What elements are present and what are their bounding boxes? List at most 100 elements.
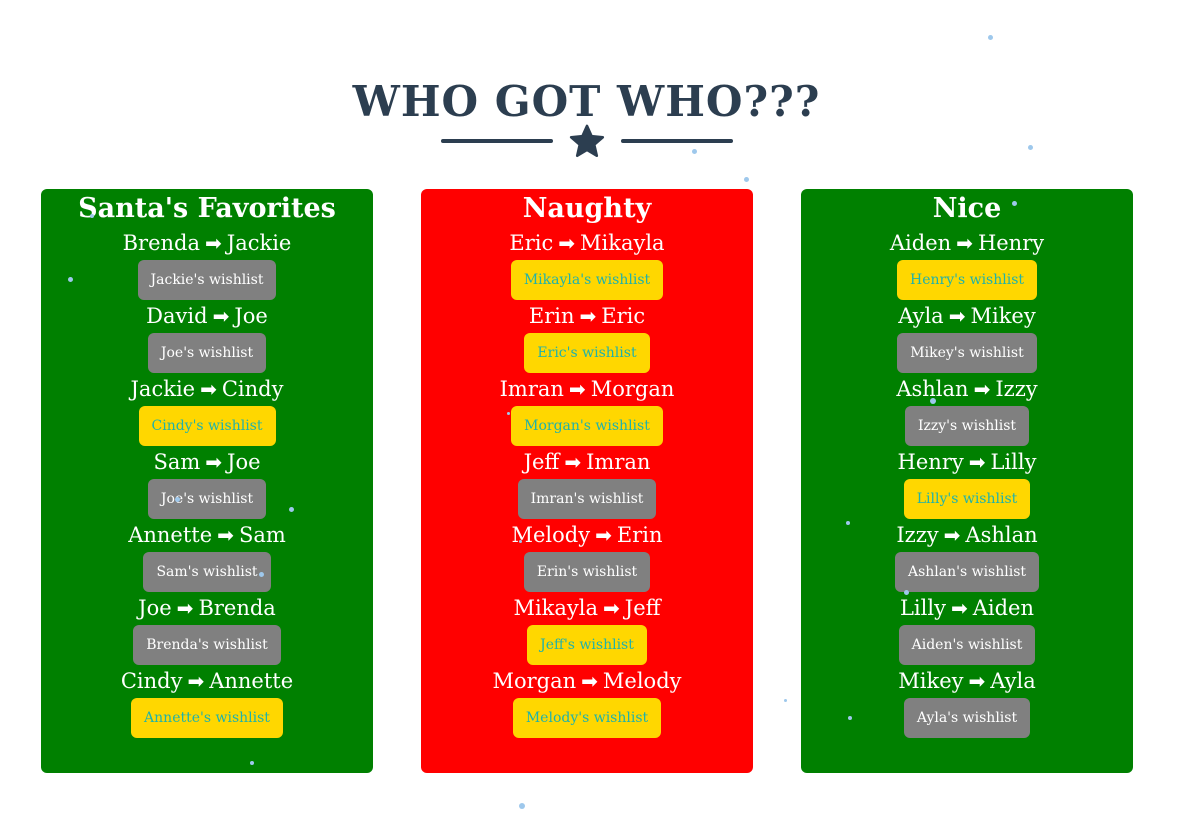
wishlist-button[interactable]: Henry's wishlist	[896, 260, 1038, 300]
wishlist-button[interactable]: Mikey's wishlist	[897, 333, 1037, 373]
arrow-right-icon: ➡	[579, 304, 597, 328]
wishlist-button[interactable]: Joe's wishlist	[147, 479, 267, 519]
wishlist-button[interactable]: Aiden's wishlist	[898, 625, 1036, 665]
snowflake-dot	[1012, 201, 1017, 206]
receiver-name: Jackie	[226, 231, 292, 255]
wishlist-button[interactable]: Jackie's wishlist	[137, 260, 277, 300]
arrow-right-icon: ➡	[212, 304, 230, 328]
assignment: Annette ➡ Sam	[41, 519, 373, 549]
receiver-name: Brenda	[198, 596, 276, 620]
panel-nice: Nice Aiden ➡ Henry Henry's wishlist Ayla ➡ Mik…	[801, 189, 1133, 773]
receiver-name: Sam	[238, 523, 286, 547]
pair-item: Jackie ➡ Cindy Cindy's wishlist	[41, 373, 373, 446]
page-title: WHO GOT WHO???	[352, 77, 821, 127]
arrow-right-icon: ➡	[205, 231, 222, 255]
assignment: Izzy ➡ Ashlan	[801, 519, 1133, 549]
arrow-right-icon: ➡	[217, 523, 234, 547]
snowflake-dot	[90, 214, 94, 218]
snowflake-dot	[519, 540, 522, 543]
panel-title: Santa's Favorites	[78, 193, 336, 224]
assignment: Melody ➡ Erin	[421, 519, 753, 549]
wishlist-button[interactable]: Melody's wishlist	[512, 698, 662, 738]
assignment: Cindy ➡ Annette	[41, 665, 373, 695]
assignment: Aiden ➡ Henry	[801, 227, 1133, 257]
giver-name: Imran	[499, 377, 564, 401]
receiver-name: Melody	[602, 669, 682, 693]
pair-item: Lilly ➡ Aiden Aiden's wishlist	[801, 592, 1133, 665]
wishlist-button[interactable]: Mikayla's wishlist	[510, 260, 664, 300]
pair-item: Izzy ➡ Ashlan Ashlan's wishlist	[801, 519, 1133, 592]
pair-item: Jeff ➡ Imran Imran's wishlist	[421, 446, 753, 519]
snowflake-dot	[507, 412, 510, 415]
giver-name: Lilly	[899, 596, 946, 620]
snowflake-dot	[784, 699, 787, 702]
receiver-name: Erin	[616, 523, 663, 547]
wishlist-button[interactable]: Ayla's wishlist	[903, 698, 1031, 738]
pair-item: Erin ➡ Eric Eric's wishlist	[421, 300, 753, 373]
receiver-name: Lilly	[990, 450, 1037, 474]
giver-name: Aiden	[889, 231, 952, 255]
arrow-right-icon: ➡	[568, 377, 586, 401]
wishlist-button[interactable]: Sam's wishlist	[143, 552, 271, 592]
page: WHO GOT WHO??? Santa's Favorites Brenda ➡…	[0, 0, 1183, 813]
wishlist-button[interactable]: Lilly's wishlist	[903, 479, 1031, 519]
wishlist-button[interactable]: Izzy's wishlist	[904, 406, 1030, 446]
arrow-right-icon: ➡	[956, 231, 973, 255]
pair-item: Eric ➡ Mikayla Mikayla's wishlist	[421, 227, 753, 300]
pair-item: Mikayla ➡ Jeff Jeff's wishlist	[421, 592, 753, 665]
wishlist-button[interactable]: Morgan's wishlist	[511, 406, 663, 446]
pair-item: Morgan ➡ Melody Melody's wishlist	[421, 665, 753, 738]
giver-name: Ayla	[898, 304, 944, 328]
panel-title: Naughty	[522, 193, 652, 224]
giver-name: Annette	[128, 523, 213, 547]
pair-item: Imran ➡ Morgan Morgan's wishlist	[421, 373, 753, 446]
wishlist-button[interactable]: Erin's wishlist	[523, 552, 651, 592]
snowflake-dot	[904, 590, 909, 595]
pair-list: Aiden ➡ Henry Henry's wishlist Ayla ➡ Mikey Mik…	[801, 227, 1133, 738]
pair-item: Cindy ➡ Annette Annette's wishlist	[41, 665, 373, 738]
receiver-name: Annette	[209, 669, 294, 693]
wishlist-button[interactable]: Imran's wishlist	[517, 479, 657, 519]
giver-name: Joe	[138, 596, 172, 620]
pair-list: Brenda ➡ Jackie Jackie's wishlist David ➡ Joe J…	[41, 227, 373, 738]
pair-item: Ashlan ➡ Izzy Izzy's wishlist	[801, 373, 1133, 446]
pair-item: Henry ➡ Lilly Lilly's wishlist	[801, 446, 1133, 519]
wishlist-button[interactable]: Jeff's wishlist	[527, 625, 647, 665]
assignment: Brenda ➡ Jackie	[41, 227, 373, 257]
assignment: Eric ➡ Mikayla	[421, 227, 753, 257]
wishlist-button[interactable]: Brenda's wishlist	[133, 625, 281, 665]
wishlist-button[interactable]: Annette's wishlist	[131, 698, 283, 738]
receiver-name: Mikayla	[580, 231, 665, 255]
giver-name: Mikey	[898, 669, 964, 693]
snowflake-dot	[250, 761, 254, 765]
assignment: Ayla ➡ Mikey	[801, 300, 1133, 330]
arrow-right-icon: ➡	[564, 450, 582, 474]
assignment: David ➡ Joe	[41, 300, 373, 330]
title-divider	[441, 122, 733, 162]
receiver-name: Jeff	[624, 596, 661, 620]
arrow-right-icon: ➡	[595, 523, 612, 547]
giver-name: Izzy	[896, 523, 939, 547]
assignment: Mikey ➡ Ayla	[801, 665, 1133, 695]
panel-santas-favorites: Santa's Favorites Brenda ➡ Jackie Jackie's …	[41, 189, 373, 773]
wishlist-button[interactable]: Cindy's wishlist	[138, 406, 276, 446]
giver-name: Melody	[511, 523, 591, 547]
wishlist-button[interactable]: Eric's wishlist	[524, 333, 650, 373]
assignment: Mikayla ➡ Jeff	[421, 592, 753, 622]
wishlist-button[interactable]: Ashlan's wishlist	[894, 552, 1040, 592]
pair-item: Joe ➡ Brenda Brenda's wishlist	[41, 592, 373, 665]
receiver-name: Joe	[234, 304, 268, 328]
assignment: Jackie ➡ Cindy	[41, 373, 373, 403]
wishlist-button[interactable]: Joe's wishlist	[147, 333, 267, 373]
receiver-name: Ashlan	[965, 523, 1038, 547]
assignment: Ashlan ➡ Izzy	[801, 373, 1133, 403]
giver-name: Jackie	[130, 377, 196, 401]
giver-name: Jeff	[523, 450, 560, 474]
star-icon	[569, 124, 605, 158]
snowflake-dot	[175, 497, 180, 502]
pair-item: Ayla ➡ Mikey Mikey's wishlist	[801, 300, 1133, 373]
assignment: Lilly ➡ Aiden	[801, 592, 1133, 622]
snowflake-dot	[846, 521, 850, 525]
arrow-right-icon: ➡	[581, 669, 598, 693]
snowflake-dot	[848, 716, 852, 720]
